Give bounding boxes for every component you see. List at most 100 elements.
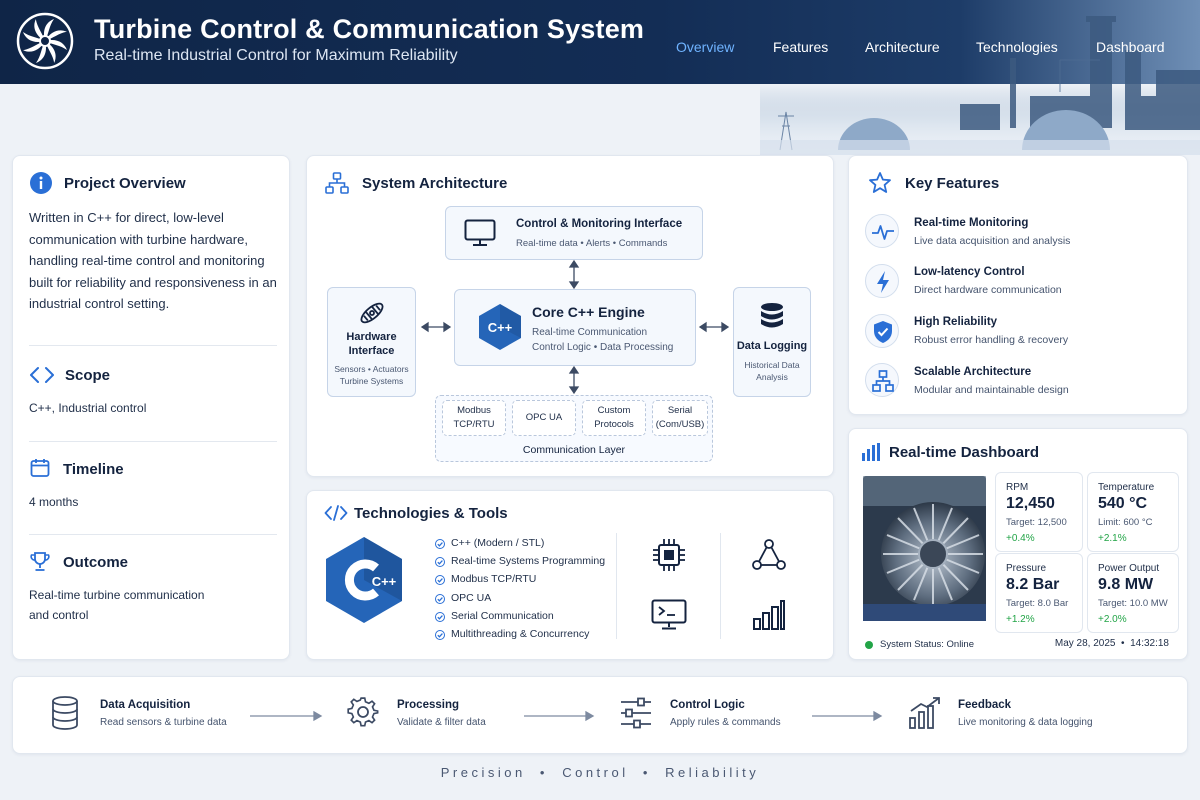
dashboard-title: Real-time Dashboard bbox=[889, 444, 1040, 461]
code-icon bbox=[324, 505, 348, 521]
nav-overview[interactable]: Overview bbox=[676, 39, 734, 55]
overview-description: Written in C++ for direct, low-level com… bbox=[29, 210, 277, 311]
protocol-serial: Serial (Com/USB) bbox=[652, 400, 708, 436]
bar-chart-icon bbox=[862, 443, 880, 461]
protocol-serial-line-2: (Com/USB) bbox=[655, 419, 705, 430]
overview-title: Project Overview bbox=[64, 175, 186, 192]
features-title: Key Features bbox=[905, 175, 1000, 192]
shield-icon bbox=[865, 314, 899, 348]
status-dot bbox=[865, 641, 873, 649]
metric-delta: +0.4% bbox=[1006, 533, 1035, 544]
info-icon bbox=[30, 172, 52, 194]
scope-value: C++, Industrial control bbox=[29, 401, 147, 415]
feature-title: Real-time Monitoring bbox=[914, 217, 1029, 229]
divider bbox=[29, 441, 277, 442]
tech-item: Serial Communication bbox=[451, 609, 554, 622]
protocol-modbus: Modbus TCP/RTU bbox=[442, 400, 506, 436]
divider bbox=[616, 533, 617, 639]
check-icon bbox=[435, 575, 445, 586]
protocol-serial-line-1: Serial bbox=[667, 405, 693, 416]
metric-value: 8.2 Bar bbox=[1006, 576, 1060, 593]
check-icon bbox=[435, 557, 445, 568]
tech-item: OPC UA bbox=[451, 591, 492, 604]
code-brackets-icon bbox=[30, 367, 54, 383]
project-overview-card: Project Overview Written in C++ for dire… bbox=[12, 155, 290, 660]
realtime-dashboard-card: Real-time Dashboard RPM 12,450 Target: 1… bbox=[848, 428, 1188, 660]
feature-desc: Direct hardware communication bbox=[914, 284, 1062, 296]
status-datetime: May 28, 2025 • 14:32:18 bbox=[1054, 638, 1169, 649]
timeline-title: Timeline bbox=[63, 461, 124, 478]
metric-label: RPM bbox=[1006, 482, 1029, 493]
power-plant-illustration bbox=[760, 16, 1200, 155]
check-icon bbox=[435, 630, 445, 640]
divider bbox=[29, 534, 277, 535]
metric-label: Pressure bbox=[1006, 563, 1047, 574]
feature-desc: Modular and maintainable design bbox=[914, 384, 1069, 396]
metric-target: Limit: 600 °C bbox=[1098, 517, 1153, 528]
tech-item: Multithreading & Concurrency bbox=[451, 628, 590, 640]
calendar-icon bbox=[30, 459, 50, 477]
star-icon bbox=[869, 172, 891, 193]
protocol-custom-line-2: Protocols bbox=[594, 419, 634, 430]
nav-dashboard[interactable]: Dashboard bbox=[1096, 39, 1165, 55]
key-features-card: Key Features Real-time Monitoring Live d… bbox=[848, 155, 1188, 415]
communication-layer-label: Communication Layer bbox=[522, 444, 626, 456]
footer-tagline: Precision • Control • Reliability bbox=[440, 765, 760, 780]
protocol-modbus-line-1: Modbus bbox=[457, 405, 491, 416]
bar-chart-icon bbox=[753, 600, 785, 630]
metric-label: Power Output bbox=[1098, 563, 1160, 574]
metric-value: 540 °C bbox=[1098, 495, 1148, 512]
tech-item: C++ (Modern / STL) bbox=[451, 537, 545, 549]
metric-rpm: RPM 12,450 Target: 12,500 +0.4% bbox=[995, 472, 1083, 552]
protocol-custom: Custom Protocols bbox=[582, 400, 646, 436]
timeline-value: 4 months bbox=[29, 495, 79, 509]
metric-delta: +2.1% bbox=[1098, 533, 1127, 544]
chip-icon bbox=[653, 539, 685, 571]
network-nodes-icon bbox=[752, 539, 786, 570]
scope-title: Scope bbox=[65, 367, 111, 384]
tech-item: Modbus TCP/RTU bbox=[451, 573, 537, 586]
pipeline-arrows bbox=[250, 710, 883, 722]
feature-title: Scalable Architecture bbox=[914, 366, 1032, 378]
protocol-opcua-line-1: OPC UA bbox=[525, 412, 563, 423]
system-architecture-card: System Architecture Control & Monitoring… bbox=[306, 155, 834, 477]
metric-value: 9.8 MW bbox=[1098, 576, 1154, 593]
metric-label: Temperature bbox=[1098, 482, 1155, 493]
divider bbox=[29, 345, 277, 346]
lightning-icon bbox=[865, 264, 899, 298]
divider bbox=[720, 533, 721, 639]
protocol-custom-line-1: Custom bbox=[597, 405, 631, 416]
pulse-icon bbox=[865, 214, 899, 248]
feature-title: Low-latency Control bbox=[914, 266, 1025, 278]
protocol-modbus-line-2: TCP/RTU bbox=[453, 419, 495, 430]
nav-technologies[interactable]: Technologies bbox=[976, 39, 1058, 55]
nav-features[interactable]: Features bbox=[773, 39, 828, 55]
metric-target: Target: 10.0 MW bbox=[1098, 598, 1168, 609]
metric-target: Target: 8.0 Bar bbox=[1006, 598, 1069, 609]
nav-architecture[interactable]: Architecture bbox=[865, 39, 940, 55]
tech-logo-text: C++ bbox=[372, 574, 397, 589]
protocol-opcua: OPC UA bbox=[512, 400, 576, 436]
outcome-title: Outcome bbox=[63, 554, 129, 571]
check-icon bbox=[435, 611, 445, 622]
cpp-logo-icon: C++ bbox=[326, 537, 402, 623]
metric-target: Target: 12,500 bbox=[1006, 517, 1067, 528]
metric-power-output: Power Output 9.8 MW Target: 10.0 MW +2.0… bbox=[1087, 553, 1179, 633]
metric-delta: +1.2% bbox=[1006, 614, 1035, 625]
trophy-icon bbox=[30, 552, 50, 571]
top-nav: Overview Features Architecture Technolog… bbox=[0, 39, 1200, 59]
turbine-photo bbox=[863, 476, 986, 621]
metric-pressure: Pressure 8.2 Bar Target: 8.0 Bar +1.2% bbox=[995, 553, 1083, 633]
hierarchy-icon bbox=[865, 363, 899, 397]
feature-title: High Reliability bbox=[914, 316, 998, 328]
technologies-card: Technologies & Tools C++ C++ (Modern / S… bbox=[306, 490, 834, 660]
metric-delta: +2.0% bbox=[1098, 614, 1127, 625]
feature-desc: Robust error handling & recovery bbox=[914, 334, 1069, 346]
metric-value: 12,450 bbox=[1006, 495, 1055, 512]
outcome-line-2: and control bbox=[29, 608, 89, 622]
check-icon bbox=[435, 593, 445, 604]
metric-temperature: Temperature 540 °C Limit: 600 °C +2.1% bbox=[1087, 472, 1179, 552]
check-icon bbox=[435, 539, 445, 549]
outcome-line-1: Real-time turbine communication bbox=[29, 588, 205, 602]
terminal-icon bbox=[651, 599, 687, 630]
